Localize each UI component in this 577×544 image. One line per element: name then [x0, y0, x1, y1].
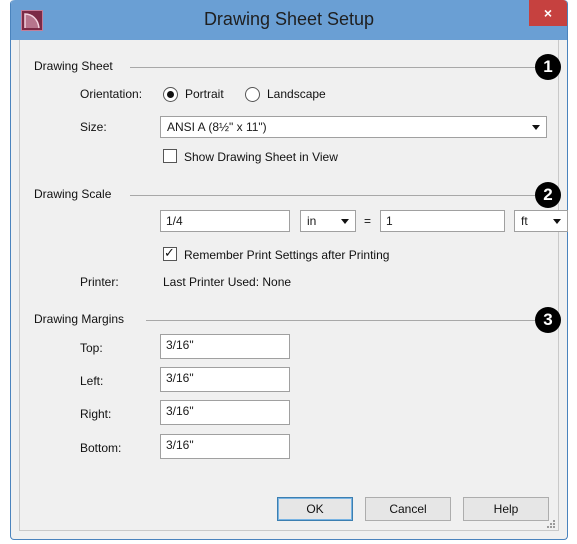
show-sheet-label[interactable]: Show Drawing Sheet in View — [184, 150, 338, 164]
margin-left-input[interactable]: 3/16" — [160, 367, 290, 392]
close-icon: × — [543, 5, 553, 21]
ok-button[interactable]: OK — [277, 497, 353, 521]
remember-print-label[interactable]: Remember Print Settings after Printing — [184, 248, 389, 262]
paper-unit-value: ft — [521, 214, 528, 228]
paper-unit-select[interactable]: ft — [514, 210, 568, 232]
drawing-margins-heading: Drawing Margins — [34, 312, 125, 326]
portrait-label[interactable]: Portrait — [185, 87, 224, 101]
checkmark-icon: ✓ — [164, 245, 175, 260]
orientation-label: Orientation: — [80, 87, 143, 101]
paper-value-input[interactable]: 1 — [380, 210, 505, 232]
margin-left-label: Left: — [80, 374, 104, 388]
remember-print-checkbox[interactable]: ✓ — [163, 245, 177, 261]
size-label: Size: — [80, 120, 107, 134]
scale-unit-value: in — [307, 214, 317, 228]
callout-badge-2: 2 — [535, 182, 561, 208]
resize-grip-icon[interactable] — [546, 518, 556, 528]
chevron-down-icon — [553, 219, 561, 224]
landscape-label[interactable]: Landscape — [267, 87, 326, 101]
equals-sign: = — [364, 214, 372, 228]
section-divider — [130, 195, 535, 196]
cancel-button[interactable]: Cancel — [365, 497, 451, 521]
title-bar[interactable]: Drawing Sheet Setup × — [11, 0, 567, 40]
dialog-window: Drawing Sheet Setup × Drawing Sheet 1 Or… — [10, 0, 568, 540]
callout-badge-1: 1 — [535, 54, 561, 80]
chevron-down-icon — [532, 125, 540, 130]
help-button[interactable]: Help — [463, 497, 549, 521]
section-divider — [146, 320, 535, 321]
dialog-title: Drawing Sheet Setup — [203, 9, 375, 29]
margin-bottom-label: Bottom: — [80, 441, 122, 455]
close-button[interactable]: × — [529, 0, 567, 26]
scale-value-input[interactable]: 1/4 — [160, 210, 290, 232]
margin-right-input[interactable]: 3/16" — [160, 400, 290, 425]
chevron-down-icon — [341, 219, 349, 224]
paper-size-value: ANSI A (8½" x 11") — [167, 120, 267, 134]
paper-size-select[interactable]: ANSI A (8½" x 11") — [160, 116, 547, 138]
callout-badge-3: 3 — [535, 307, 561, 333]
margin-right-label: Right: — [80, 407, 112, 421]
scale-unit-select[interactable]: in — [300, 210, 356, 232]
section-divider — [130, 67, 535, 68]
show-sheet-checkbox[interactable] — [163, 149, 177, 163]
drawing-sheet-heading: Drawing Sheet — [34, 59, 113, 73]
printer-label: Printer: — [80, 275, 119, 289]
printer-value: Last Printer Used: None — [163, 275, 292, 289]
margin-top-label: Top: — [80, 341, 103, 355]
margin-top-input[interactable]: 3/16" — [160, 334, 290, 359]
dialog-body: Drawing Sheet 1 Orientation: Portrait La… — [19, 40, 568, 531]
landscape-radio[interactable] — [245, 87, 260, 102]
drawing-scale-heading: Drawing Scale — [34, 187, 112, 201]
portrait-radio[interactable] — [163, 87, 178, 102]
margin-bottom-input[interactable]: 3/16" — [160, 434, 290, 459]
